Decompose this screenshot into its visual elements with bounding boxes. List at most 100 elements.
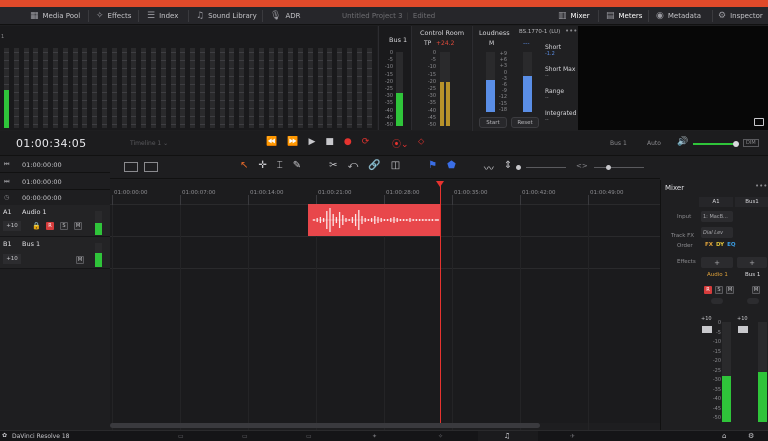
order-value[interactable]: FX DY EQ — [705, 242, 736, 248]
track-meter-column — [131, 48, 137, 128]
transport-bar: 01:00:34:05 Timeline 1 ⌄ ⏪ ⏩ ▶ ■ ● ⟳ ⦿⌄ … — [0, 131, 768, 156]
play-icon[interactable]: ▶ — [308, 137, 315, 147]
pencil-icon[interactable]: ✎ — [293, 160, 301, 175]
add-bus-effect-button[interactable]: + — [737, 257, 767, 268]
loudness-more-icon[interactable]: ••• — [565, 27, 577, 35]
index-button[interactable]: ☰ Index — [147, 7, 178, 25]
loudness-start-button[interactable]: Start — [479, 117, 507, 128]
trim-icon[interactable]: ⌶ — [277, 160, 283, 175]
horizontal-zoom-slider[interactable] — [594, 167, 644, 168]
range-icon[interactable]: ✛ — [258, 160, 266, 175]
bus-fader[interactable] — [738, 326, 748, 333]
rewind-icon[interactable]: ⏪ — [266, 137, 277, 147]
playhead-handle[interactable] — [436, 181, 444, 187]
selection-icon[interactable]: ↖ — [240, 160, 248, 175]
track-view-icon[interactable] — [124, 162, 138, 172]
timeline-selector[interactable]: Timeline 1 ⌄ — [130, 140, 168, 147]
track-meter-column — [327, 48, 333, 128]
fast-forward-icon[interactable]: ⏩ — [287, 137, 298, 147]
app-name: DaVinci Resolve 18 — [12, 433, 70, 440]
record-arm-button[interactable]: R — [46, 222, 54, 230]
track-fx-select[interactable]: Dial Lev — [701, 227, 733, 238]
record-icon[interactable]: ● — [344, 137, 352, 147]
horizontal-zoom-icon[interactable]: <> — [576, 162, 588, 170]
lock-icon[interactable]: 🔒 — [32, 222, 41, 230]
track-meter-column — [13, 48, 19, 128]
volume-slider[interactable] — [693, 143, 737, 145]
media-page-icon[interactable]: ▭ — [178, 433, 184, 440]
timecode-display[interactable]: 01:00:34:05 — [16, 137, 86, 150]
track-gain[interactable]: +10 — [3, 221, 21, 231]
settings-gear-icon[interactable]: ⚙ — [748, 432, 754, 440]
link-icon[interactable]: 🔗 — [368, 160, 380, 175]
fusion-page-icon[interactable]: ✦ — [372, 433, 377, 440]
track-meter-column — [141, 48, 147, 128]
speaker-icon[interactable]: 🔊 — [677, 137, 688, 147]
playhead[interactable] — [440, 183, 441, 423]
loop-icon[interactable]: ⟳ — [362, 137, 370, 147]
loudness-standard[interactable]: BS.1770-1 (LU) — [519, 29, 560, 35]
color-page-icon[interactable]: ✧ — [438, 433, 443, 440]
mixer-more-icon[interactable]: ••• — [755, 182, 767, 190]
audio-wave-icon[interactable]: 〰 — [484, 160, 494, 175]
meters-toggle[interactable]: ▤ Meters — [606, 7, 642, 25]
home-icon[interactable]: ⌂ — [722, 432, 726, 440]
input-select[interactable]: 1: MacB... — [701, 211, 733, 222]
marker-icon[interactable]: ⬦ — [418, 137, 424, 147]
bus-pan-knob[interactable] — [747, 298, 759, 304]
meter-scale-label: -6 — [502, 82, 507, 88]
mute-button[interactable]: M — [76, 256, 84, 264]
timeline-ruler[interactable]: 01:00:00:00 01:00:07:00 01:00:14:00 01:00:2… — [110, 180, 660, 205]
float-window-icon[interactable] — [754, 118, 764, 126]
track-meter-column — [219, 48, 225, 128]
loudness-reset-button[interactable]: Reset — [511, 117, 539, 128]
effects-button[interactable]: ✧ Effects — [96, 7, 131, 25]
track-lane-b1[interactable] — [110, 237, 660, 269]
marker-color-icon[interactable]: ⬟ — [447, 160, 456, 175]
flag-icon[interactable]: ⚑ — [428, 160, 437, 175]
volume-knob[interactable] — [733, 141, 739, 147]
grid-view-icon[interactable] — [144, 162, 158, 172]
automation-icon[interactable]: ⦿⌄ — [392, 137, 409, 150]
bus-output[interactable]: Bus 1 — [610, 140, 627, 147]
meter-scale-label: -5 — [431, 57, 436, 64]
deliver-page-icon[interactable]: ✈ — [570, 433, 575, 440]
adr-button[interactable]: 🎙 ADR — [270, 7, 300, 25]
solo-button[interactable]: S — [60, 222, 68, 230]
add-effect-button[interactable]: + — [701, 257, 733, 268]
channel-bus1-header: Bus1 — [735, 197, 768, 207]
timeline-empty-area[interactable] — [110, 269, 660, 423]
audio-clip[interactable] — [308, 204, 440, 236]
fairlight-page-button[interactable]: ♫ — [478, 431, 538, 441]
track-name[interactable]: Audio 1 — [22, 208, 47, 216]
timeline-scrollbar[interactable] — [110, 423, 540, 428]
mute-button[interactable]: M — [74, 222, 82, 230]
pan-knob[interactable] — [711, 298, 723, 304]
mixer-record-button[interactable]: R — [704, 286, 712, 294]
dim-button[interactable]: DIM — [743, 139, 759, 147]
track-gain[interactable]: +10 — [3, 254, 21, 264]
track-meter-column — [190, 48, 196, 128]
track-name[interactable]: Bus 1 — [22, 240, 40, 248]
snap-icon[interactable]: ⤺ — [348, 160, 359, 175]
metadata-toggle[interactable]: ◉ Metadata — [656, 7, 701, 25]
mixer-toggle[interactable]: ▥ Mixer — [558, 7, 590, 25]
channel-fader[interactable] — [702, 326, 712, 333]
zoom-toggle-icon[interactable]: ⇕ — [504, 160, 512, 175]
mixer-mute-button[interactable]: M — [726, 286, 734, 294]
waveform-zoom-icon[interactable]: ◫ — [391, 160, 400, 175]
media-pool-button[interactable]: ▦ Media Pool — [30, 7, 80, 25]
mixer-solo-button[interactable]: S — [715, 286, 723, 294]
meter-scale-label: 0 — [389, 50, 393, 56]
integrated-value: -- — [545, 117, 549, 123]
cut-page-icon[interactable]: ▭ — [242, 433, 248, 440]
bus-meter-label: Bus 1 — [389, 36, 408, 44]
vertical-zoom-slider[interactable] — [526, 167, 566, 168]
inspector-toggle[interactable]: ⚙ Inspector — [718, 7, 763, 25]
razor-icon[interactable]: ✂ — [329, 160, 337, 175]
automation-mode[interactable]: Auto — [647, 140, 661, 147]
sound-library-button[interactable]: ♫ Sound Library — [196, 7, 257, 25]
edit-page-icon[interactable]: ▭ — [306, 433, 312, 440]
bus-mute-button[interactable]: M — [752, 286, 760, 294]
stop-icon[interactable]: ■ — [325, 137, 334, 147]
